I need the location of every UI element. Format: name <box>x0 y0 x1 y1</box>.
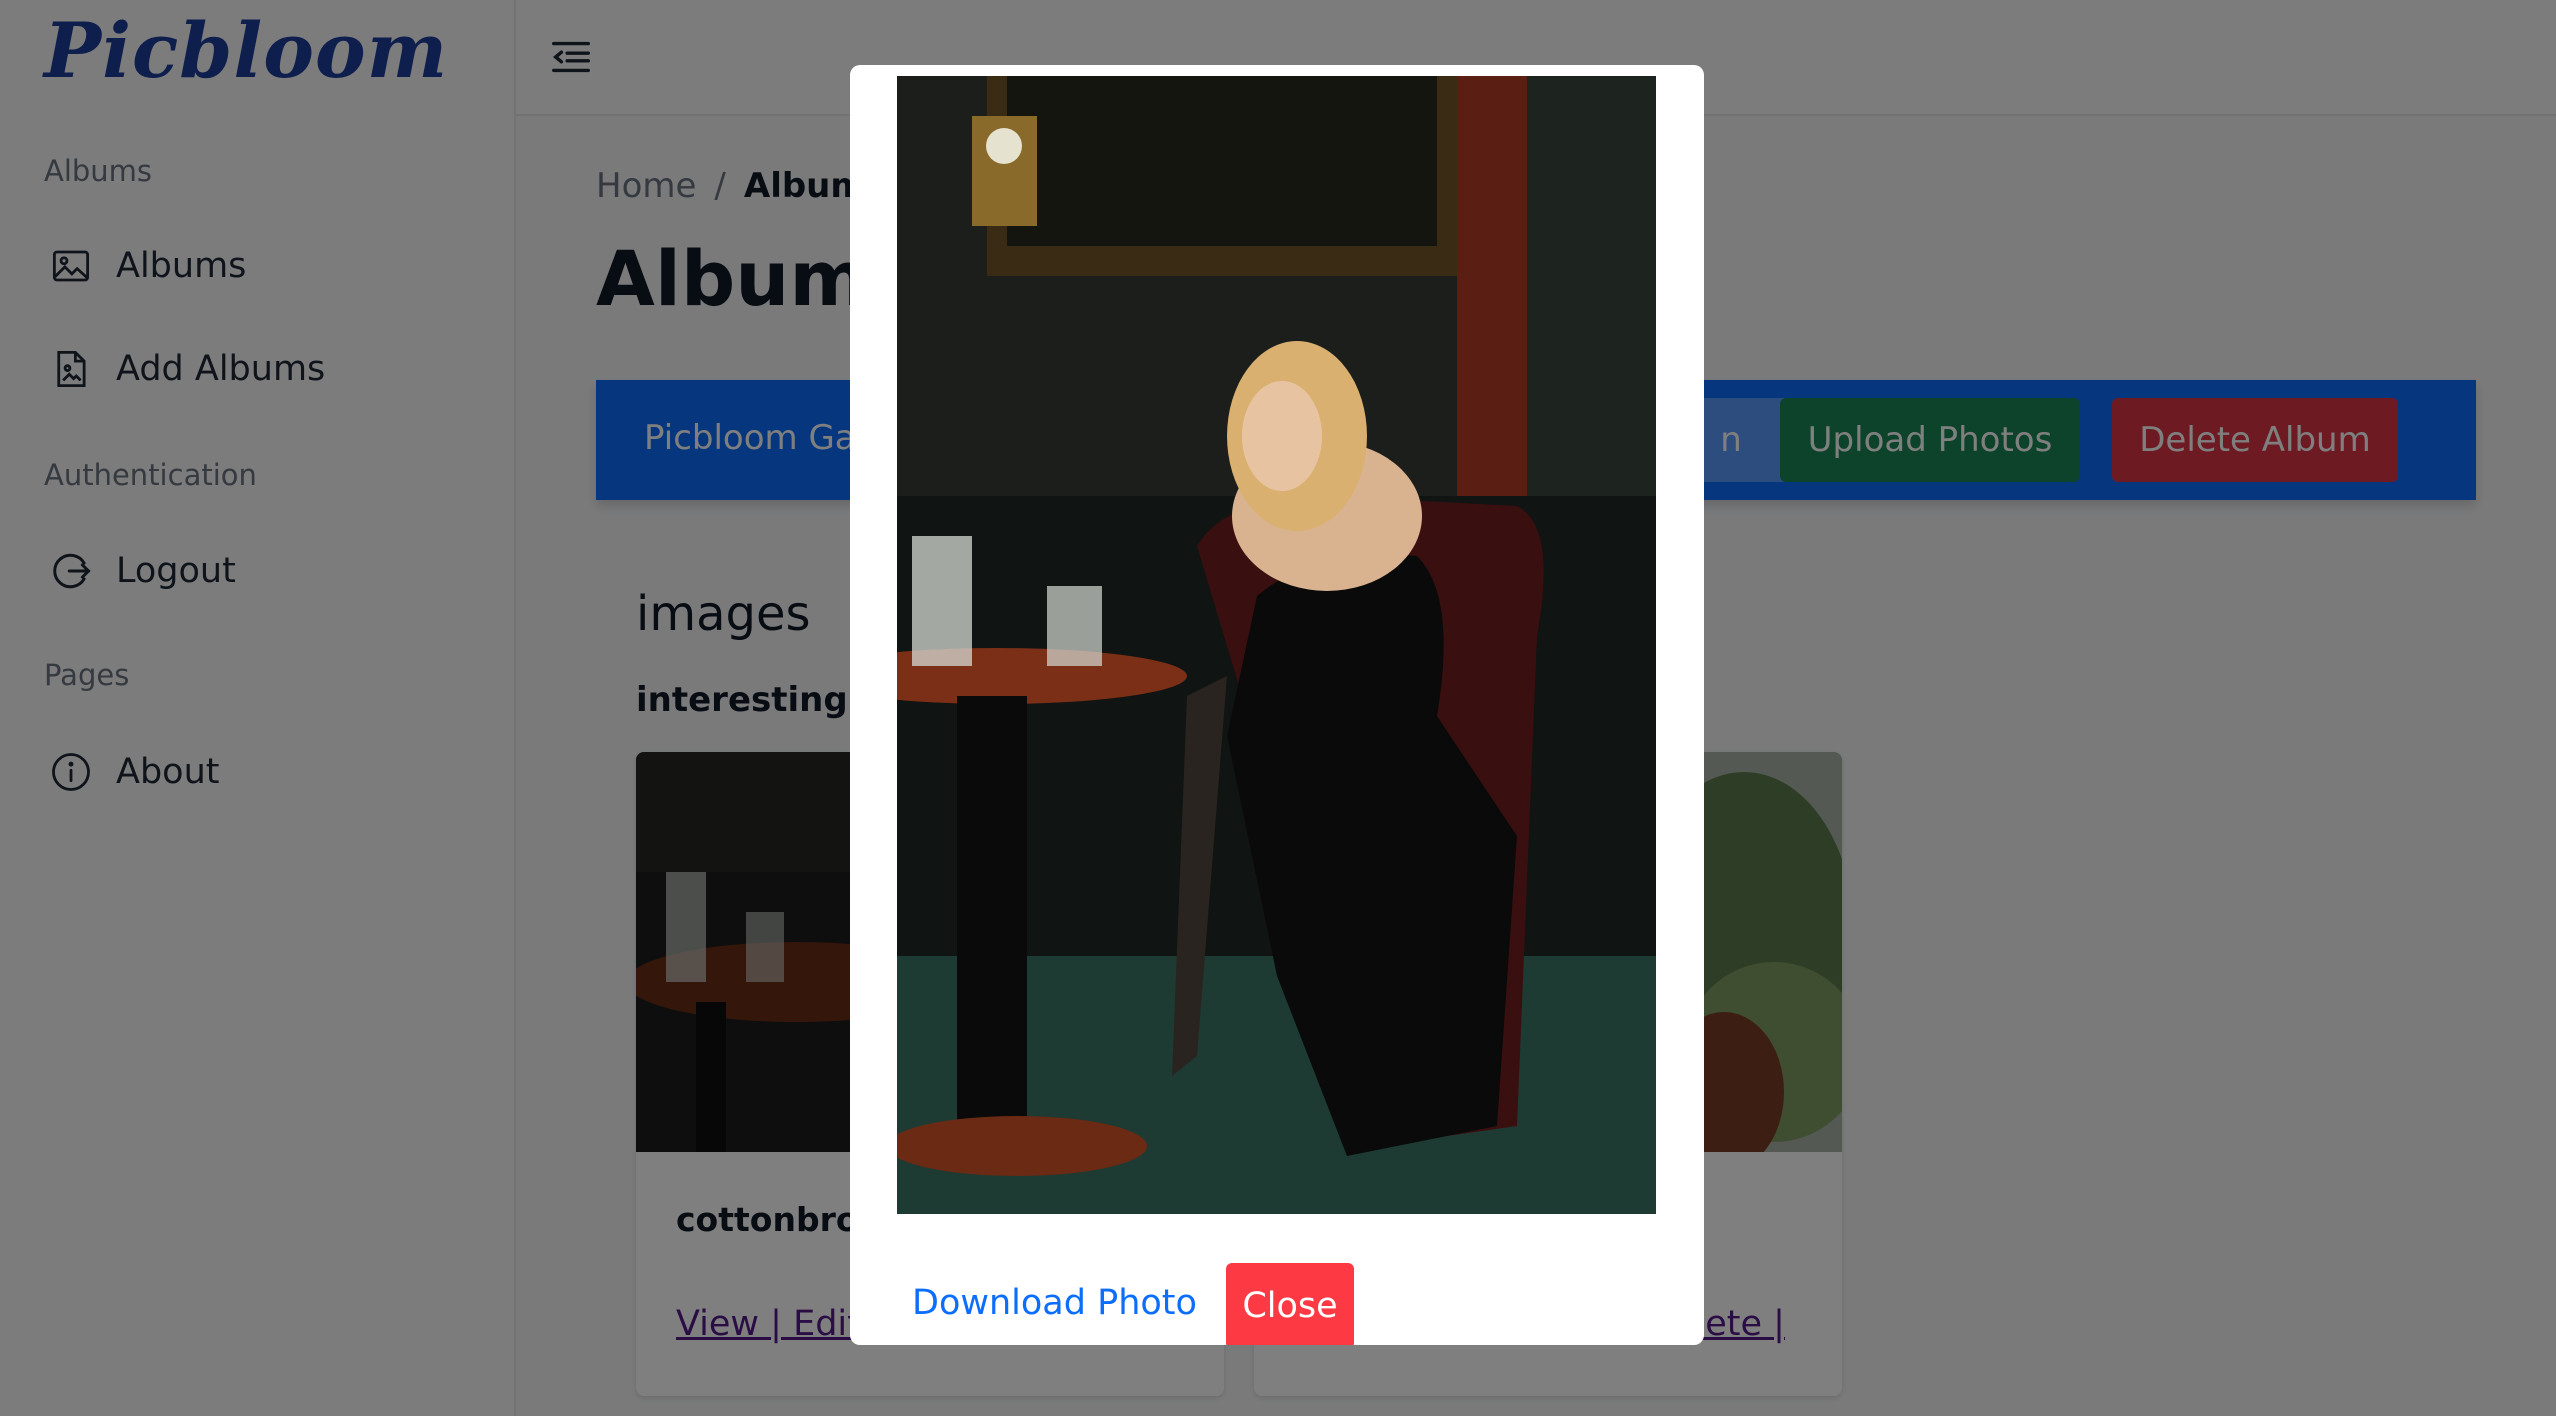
photo-modal: Download Photo Close <box>850 65 1704 1345</box>
photo-preview <box>897 76 1656 1214</box>
download-photo-link[interactable]: Download Photo <box>912 1283 1197 1323</box>
close-button[interactable]: Close <box>1226 1263 1354 1345</box>
